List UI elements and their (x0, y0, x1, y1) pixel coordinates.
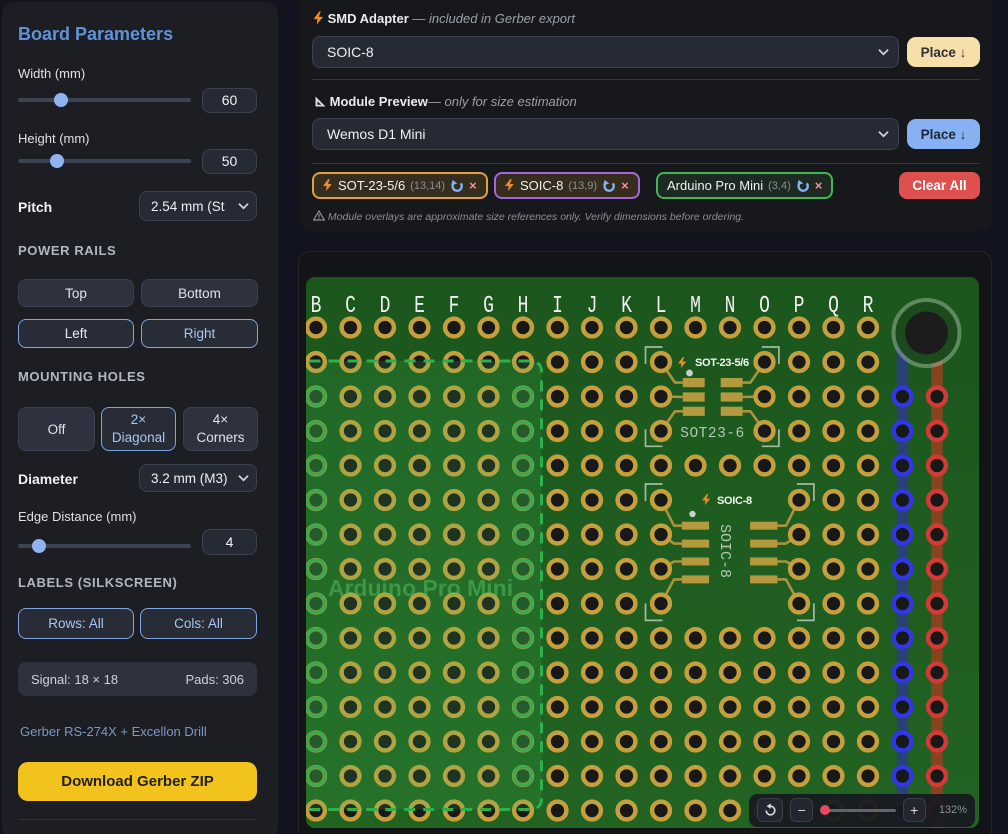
svg-text:L: L (655, 293, 666, 320)
svg-text:SOIC-8: SOIC-8 (716, 524, 733, 578)
svg-text:O: O (759, 293, 770, 320)
svg-text:E: E (414, 293, 425, 320)
svg-text:J: J (586, 293, 597, 320)
svg-text:B: B (310, 293, 321, 320)
svg-text:P: P (793, 293, 804, 320)
svg-text:SOT23-6: SOT23-6 (680, 426, 744, 442)
svg-text:G: G (483, 293, 494, 320)
svg-text:R: R (862, 293, 873, 320)
svg-text:I: I (552, 293, 563, 320)
svg-text:N: N (724, 293, 735, 320)
svg-text:Arduino Pro Mini: Arduino Pro Mini (327, 575, 512, 601)
svg-text:M: M (690, 293, 701, 320)
svg-text:SOT-23-5/6: SOT-23-5/6 (695, 357, 749, 369)
svg-text:H: H (517, 293, 528, 320)
svg-text:SOIC-8: SOIC-8 (717, 495, 752, 507)
svg-text:C: C (345, 293, 356, 320)
svg-text:K: K (621, 293, 632, 320)
svg-text:F: F (448, 293, 459, 320)
svg-text:D: D (379, 293, 390, 320)
svg-text:Q: Q (828, 293, 839, 320)
